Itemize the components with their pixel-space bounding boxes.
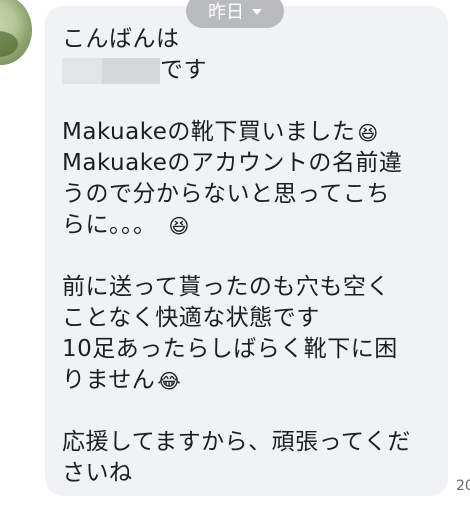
message-line: こんばんは [62, 26, 180, 52]
date-divider-button[interactable]: 昨日 [186, 0, 284, 28]
caret-down-icon [252, 9, 262, 15]
chat-screen: こんばんは です Makuakeの靴下買いました 😆 Makuakeのアカウントの… [0, 0, 470, 510]
message-line: Makuakeの靴下買いました 😆 [62, 119, 379, 145]
message-line: 前に送って貰ったのも穴も空く [62, 274, 390, 300]
message-line: らに。。。 😆 [62, 212, 190, 238]
date-label: 昨日 [208, 2, 244, 23]
grinning-squinting-face-icon: 😆 [357, 120, 379, 145]
message-line: さいね [62, 460, 133, 486]
redacted-name [62, 58, 160, 84]
message-line: です [62, 55, 442, 86]
message-text: こんばんは です Makuakeの靴下買いました 😆 Makuakeのアカウントの… [62, 24, 442, 489]
message-line: Makuakeのアカウントの名前違 [62, 150, 403, 176]
sender-avatar[interactable] [0, 0, 32, 65]
message-timestamp: 20 [456, 478, 470, 494]
message-line: りません 😂 [62, 367, 182, 393]
message-line: 応援してますから、頑張ってくだ [62, 429, 411, 455]
message-line: うので分からないと思ってこち [62, 181, 390, 207]
message-line: 10足あったらしばらく靴下に困 [62, 336, 398, 362]
grinning-squinting-face-icon: 😆 [168, 213, 190, 238]
message-line: ことなく快適な状態です [62, 305, 320, 331]
tears-of-joy-face-icon: 😂 [157, 368, 182, 393]
